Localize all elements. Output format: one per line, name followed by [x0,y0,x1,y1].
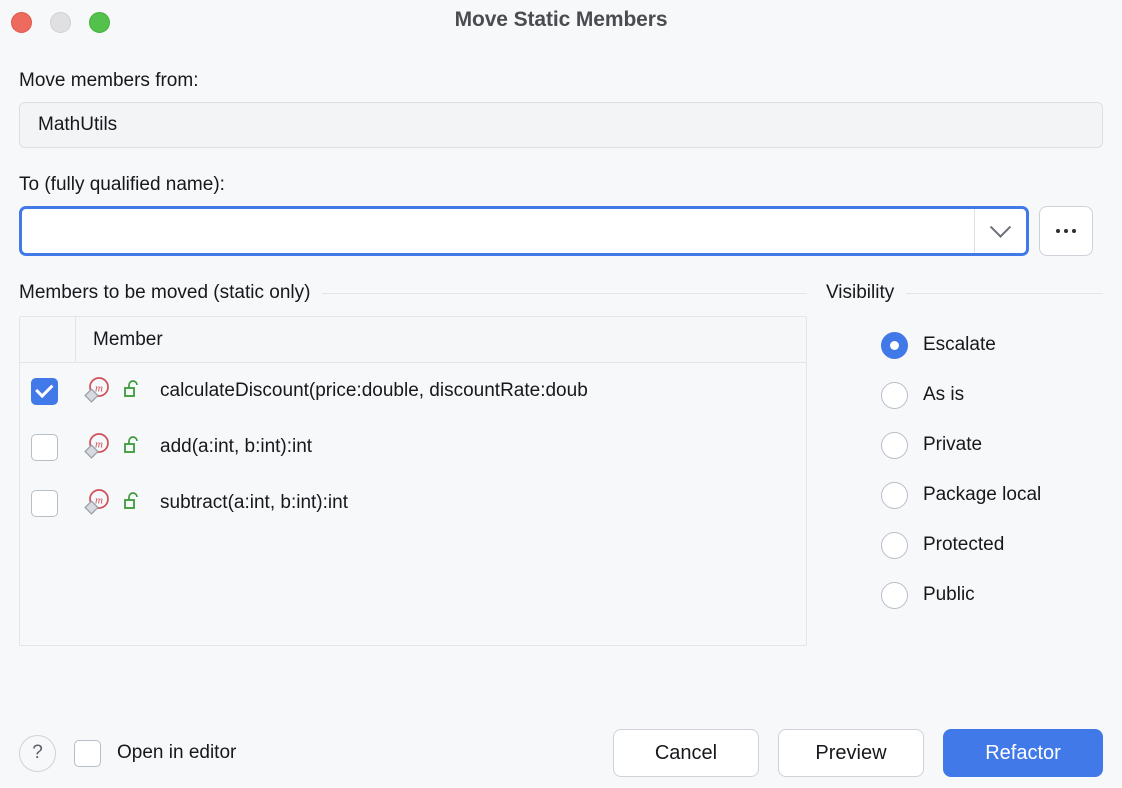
svg-text:m: m [95,494,103,506]
radio-option-as-is[interactable]: As is [881,370,1103,420]
radio-label: As is [923,384,964,406]
member-checkbox[interactable] [31,378,58,405]
table-row[interactable]: m add(a:int, b:int):int [20,419,806,475]
check-icon [35,380,53,398]
source-label: Move members from: [19,70,1103,92]
target-combobox[interactable] [19,206,1029,256]
radio-label: Protected [923,534,1004,556]
middle-section: Members to be moved (static only) Member [19,282,1103,646]
visibility-panel: Visibility Escalate As is [826,282,1103,646]
radio-button[interactable] [881,582,908,609]
radio-option-private[interactable]: Private [881,420,1103,470]
radio-option-escalate[interactable]: Escalate [881,320,1103,370]
cancel-button[interactable]: Cancel [613,729,759,777]
target-row [19,206,1103,256]
unlocked-public-icon [123,379,141,404]
open-in-editor-option[interactable]: Open in editor [74,740,236,767]
member-checkbox[interactable] [31,490,58,517]
radio-button[interactable] [881,482,908,509]
refactor-button[interactable]: Refactor [943,729,1103,777]
target-input[interactable] [22,209,974,253]
preview-button[interactable]: Preview [778,729,924,777]
radio-label: Public [923,584,975,606]
method-icon: m [83,431,111,464]
svg-text:m: m [95,382,103,394]
members-section-title: Members to be moved (static only) [19,282,310,304]
dialog-content: Move members from: MathUtils To (fully q… [0,70,1122,646]
dialog-footer: ? Open in editor Cancel Preview Refactor [0,718,1122,788]
members-table[interactable]: Member m [19,316,807,646]
target-label: To (fully qualified name): [19,174,1103,196]
member-checkbox[interactable] [31,434,58,461]
radio-button[interactable] [881,332,908,359]
source-class-value: MathUtils [38,114,117,136]
radio-label: Escalate [923,334,996,356]
member-signature: subtract(a:int, b:int):int [160,492,348,514]
target-dropdown-button[interactable] [974,209,1026,253]
radio-label: Package local [923,484,1041,506]
table-header-checkbox-column [20,317,76,362]
members-panel: Members to be moved (static only) Member [19,282,807,646]
radio-option-package-local[interactable]: Package local [881,470,1103,520]
method-icon: m [83,375,111,408]
member-signature: calculateDiscount(price:double, discount… [160,380,588,402]
browse-class-button[interactable] [1039,206,1093,256]
section-divider [322,293,806,294]
radio-button[interactable] [881,532,908,559]
visibility-radio-group: Escalate As is Private [826,320,1103,620]
help-button[interactable]: ? [19,735,56,772]
title-bar: Move Static Members [0,0,1122,44]
table-row[interactable]: m calculateDiscount(price:double, discou… [20,363,806,419]
window-title: Move Static Members [0,8,1122,32]
chevron-down-icon [990,216,1011,237]
radio-button[interactable] [881,432,908,459]
radio-option-public[interactable]: Public [881,570,1103,620]
source-class-field: MathUtils [19,102,1103,148]
question-mark-icon: ? [32,742,43,764]
visibility-section-title: Visibility [826,282,894,304]
ellipsis-icon [1056,229,1060,233]
ellipsis-icon [1064,229,1068,233]
radio-label: Private [923,434,982,456]
unlocked-public-icon [123,435,141,460]
members-section-header: Members to be moved (static only) [19,282,807,304]
unlocked-public-icon [123,491,141,516]
table-row[interactable]: m subtract(a:int, b:int):int [20,475,806,531]
ellipsis-icon [1072,229,1076,233]
table-header-member: Member [76,329,163,351]
radio-dot-icon [890,341,899,350]
open-in-editor-checkbox[interactable] [74,740,101,767]
member-signature: add(a:int, b:int):int [160,436,312,458]
radio-button[interactable] [881,382,908,409]
open-in-editor-label: Open in editor [117,742,236,764]
section-divider [906,293,1103,294]
table-header-row: Member [20,317,806,363]
method-icon: m [83,487,111,520]
visibility-section-header: Visibility [826,282,1103,304]
svg-text:m: m [95,438,103,450]
radio-option-protected[interactable]: Protected [881,520,1103,570]
